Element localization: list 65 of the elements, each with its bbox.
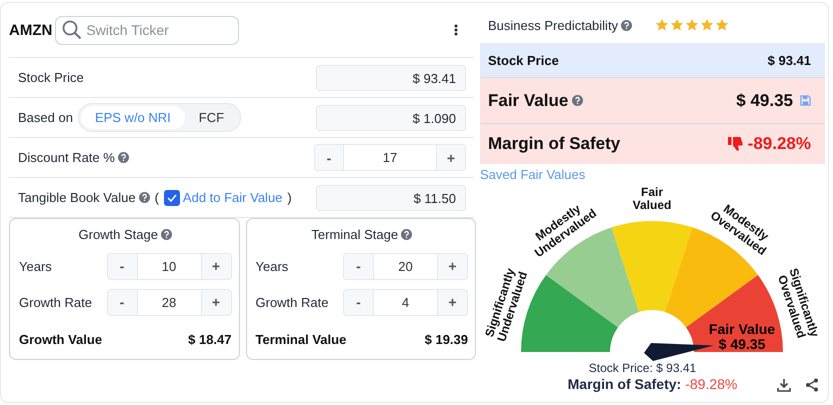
more-menu-icon[interactable] (454, 24, 458, 36)
stock-price-text: Stock Price: $ 93.41 (588, 361, 698, 375)
star-icon (715, 18, 730, 32)
field-label: Growth Rate (256, 294, 328, 310)
field-label: Stock Price (18, 70, 84, 85)
total-label: Terminal Value (256, 332, 346, 346)
decrement-button[interactable]: - (344, 290, 373, 314)
field-label: Tangible Book Value (18, 190, 136, 205)
gauge-label: Fair Valued (632, 185, 672, 212)
total-value: $ 19.39 (424, 332, 468, 346)
panel-title: Growth Stage (78, 227, 158, 242)
field-label: Growth Rate (19, 294, 92, 310)
decrement-button[interactable]: - (108, 290, 136, 314)
summary-value: $ 93.41 (768, 52, 811, 68)
increment-button[interactable]: + (202, 290, 230, 314)
share-icon[interactable] (805, 378, 819, 392)
checkbox-label[interactable]: Add to Fair Value (182, 190, 282, 205)
field-label: Years (256, 258, 288, 274)
ticker-symbol: AMZN (9, 22, 52, 38)
help-icon[interactable] (621, 20, 632, 30)
margin-label: Margin of Safety: (568, 376, 682, 392)
total-value: $ 18.47 (188, 332, 232, 346)
star-icon (700, 18, 714, 32)
predictability-label: Business Predictability (488, 18, 618, 32)
increment-button[interactable]: + (438, 254, 467, 278)
checkmark-icon (166, 194, 177, 202)
toggle-option[interactable]: FCF (184, 106, 238, 129)
margin-value: -89.28% (685, 376, 738, 392)
value-field: $ 1.090 (316, 104, 466, 130)
search-icon (62, 20, 82, 40)
increment-button[interactable]: + (202, 254, 230, 278)
summary-label: Fair Value (488, 90, 568, 110)
checkbox[interactable] (164, 190, 180, 206)
decrement-button[interactable]: - (315, 145, 343, 170)
star-icon (655, 18, 670, 32)
parenthesis: ) (287, 190, 292, 205)
value-field: $ 93.41 (316, 64, 466, 90)
help-icon[interactable] (161, 229, 172, 240)
search-field[interactable]: Switch Ticker (55, 16, 240, 44)
help-icon[interactable] (138, 192, 150, 203)
summary-value: -89.28% (748, 134, 811, 154)
field-label: Based on (18, 110, 73, 125)
help-icon[interactable] (118, 152, 129, 163)
download-icon[interactable] (777, 378, 791, 392)
summary-label: Margin of Safety (488, 134, 620, 154)
increment-button[interactable]: + (438, 290, 467, 314)
total-label: Growth Value (19, 332, 102, 346)
panel-title: Terminal Stage (311, 227, 398, 242)
help-icon[interactable] (401, 229, 412, 240)
field-label: Discount Rate % (18, 150, 115, 165)
increment-button[interactable]: + (437, 145, 465, 170)
value-field: $ 11.50 (316, 184, 466, 210)
summary-value: $ 49.35 (736, 90, 793, 110)
toggle-option[interactable]: EPS w/o NRI (80, 106, 185, 129)
star-icon (670, 18, 684, 32)
fair-value-marker: Fair Value $ 49.35 (708, 321, 776, 352)
thumbs-down-icon (728, 136, 744, 152)
decrement-button[interactable]: - (344, 254, 373, 278)
field-label: Years (19, 258, 52, 274)
parenthesis: ( (154, 190, 159, 205)
summary-label: Stock Price (488, 52, 559, 68)
gauge-needle (644, 343, 714, 361)
star-icon (685, 18, 700, 32)
help-icon[interactable] (572, 95, 584, 106)
decrement-button[interactable]: - (108, 254, 136, 278)
